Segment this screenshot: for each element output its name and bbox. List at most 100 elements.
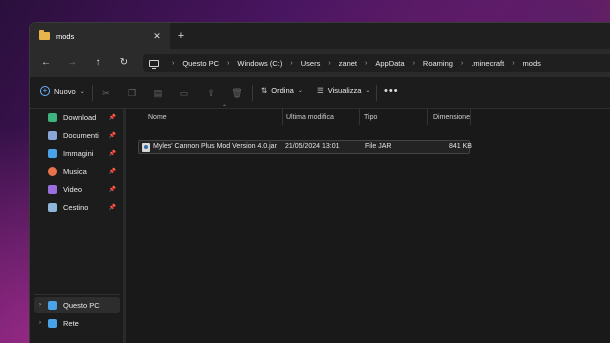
sidebar-item-label: Questo PC xyxy=(63,300,100,310)
chevron-right-icon[interactable]: › xyxy=(290,60,292,67)
view-button[interactable]: ☰ Visualizza ⌄ xyxy=(317,86,370,95)
pin-icon: 📌 xyxy=(108,114,116,121)
video-icon xyxy=(48,184,57,194)
chevron-right-icon[interactable]: › xyxy=(365,60,367,67)
sidebar-item-musica[interactable]: Musica 📌 xyxy=(30,163,120,179)
file-name: Myles' Cannon Plus Mod Version 4.0.jar xyxy=(153,143,277,150)
tab-title: mods xyxy=(56,31,75,41)
sidebar-item-label: Musica xyxy=(63,166,87,176)
sidebar-item-download[interactable]: Download 📌 xyxy=(30,109,120,125)
sidebar-item-questo-pc[interactable]: › Questo PC xyxy=(34,297,120,313)
breadcrumb[interactable]: › Questo PC › Windows (C:) › Users › zan… xyxy=(143,54,610,72)
chevron-right-icon[interactable]: › xyxy=(227,60,229,67)
refresh-icon[interactable]: ↻ xyxy=(117,56,131,70)
file-type: File JAR xyxy=(365,143,392,150)
sidebar-item-label: Documenti xyxy=(63,130,99,140)
content-area: Download 📌 Documenti 📌 Immagini 📌 Musica… xyxy=(30,105,610,343)
chevron-right-icon[interactable]: › xyxy=(413,60,415,67)
delete-icon[interactable]: 🗑 xyxy=(231,87,243,99)
sidebar-item-label: Immagini xyxy=(63,148,94,158)
paste-icon[interactable]: ▤ xyxy=(152,87,164,99)
breadcrumb-item-current[interactable]: mods xyxy=(523,59,541,68)
toolbar-divider xyxy=(376,85,377,101)
download-icon xyxy=(48,112,57,122)
up-arrow-icon[interactable]: ↑ xyxy=(91,56,105,70)
file-list-pane: Nome ⌃ Ultima modifica Tipo Dimensione M… xyxy=(130,105,610,343)
column-header-label: Ultima modifica xyxy=(286,113,334,121)
forward-arrow-icon[interactable]: → xyxy=(65,56,79,70)
back-arrow-icon[interactable]: ← xyxy=(39,56,53,70)
tab-mods[interactable]: mods ✕ xyxy=(30,23,170,49)
sort-ascending-icon: ⌃ xyxy=(222,105,228,111)
sort-button[interactable]: ⇅ Ordina ⌄ xyxy=(261,86,303,95)
music-icon xyxy=(48,166,57,176)
file-row[interactable]: Myles' Cannon Plus Mod Version 4.0.jar 2… xyxy=(138,140,472,154)
share-icon[interactable]: ⇪ xyxy=(205,87,217,99)
sidebar-item-label: Rete xyxy=(63,318,79,328)
monitor-icon xyxy=(149,59,159,69)
view-button-label: Visualizza xyxy=(327,86,362,95)
pin-icon: 📌 xyxy=(108,186,116,193)
rename-icon[interactable]: ▭ xyxy=(178,87,190,99)
breadcrumb-item[interactable]: Windows (C:) xyxy=(237,59,282,68)
sidebar-item-label: Video xyxy=(63,184,83,194)
column-header-name[interactable]: Nome ⌃ xyxy=(142,105,283,125)
breadcrumb-item[interactable]: .minecraft xyxy=(471,59,504,68)
column-header-size[interactable]: Dimensione xyxy=(427,109,471,125)
chevron-right-icon[interactable]: › xyxy=(512,60,514,67)
file-explorer-window: mods ✕ + ← → ↑ ↻ › Questo PC › Windows (… xyxy=(29,22,610,343)
sidebar-item-rete[interactable]: › Rete xyxy=(30,315,120,331)
command-bar: + Nuovo ⌄ ✂ ❐ ▤ ▭ ⇪ 🗑 ⇅ Ordina ⌄ ☰ Visua… xyxy=(30,77,610,109)
breadcrumb-item[interactable]: Users xyxy=(301,59,321,68)
column-header-modified[interactable]: Ultima modifica xyxy=(280,109,360,125)
close-tab-icon[interactable]: ✕ xyxy=(151,30,163,42)
chevron-right-icon[interactable]: › xyxy=(328,60,330,67)
cut-icon[interactable]: ✂ xyxy=(100,87,112,99)
pin-icon: 📌 xyxy=(108,150,116,157)
chevron-right-icon[interactable]: › xyxy=(39,320,41,326)
column-header-label: Nome xyxy=(148,113,167,121)
pin-icon: 📌 xyxy=(108,168,116,175)
chevron-down-icon: ⌄ xyxy=(365,88,371,94)
sort-icon: ⇅ xyxy=(261,86,268,95)
sidebar-item-video[interactable]: Video 📌 xyxy=(30,181,120,197)
new-button[interactable]: + Nuovo ⌄ xyxy=(40,86,85,96)
jar-file-icon xyxy=(142,143,150,152)
breadcrumb-item[interactable]: zanet xyxy=(339,59,357,68)
toolbar-divider xyxy=(92,85,93,101)
file-modified: 21/05/2024 13:01 xyxy=(285,143,340,150)
address-bar-row: ← → ↑ ↻ › Questo PC › Windows (C:) › Use… xyxy=(30,49,610,77)
pin-icon: 📌 xyxy=(108,204,116,211)
chevron-down-icon: ⌄ xyxy=(79,88,85,95)
sidebar-scrollbar[interactable] xyxy=(123,109,126,343)
toolbar-divider xyxy=(252,85,253,101)
sidebar-item-cestino[interactable]: Cestino 📌 xyxy=(30,199,120,215)
more-options-icon[interactable]: ••• xyxy=(384,85,399,97)
view-icon: ☰ xyxy=(317,86,324,95)
sidebar-item-label: Cestino xyxy=(63,202,89,212)
column-header-label: Tipo xyxy=(364,113,378,121)
navigation-pane: Download 📌 Documenti 📌 Immagini 📌 Musica… xyxy=(30,109,123,343)
pin-icon: 📌 xyxy=(108,132,116,139)
file-size: 841 KB xyxy=(449,143,472,150)
column-header-label: Dimensione xyxy=(433,113,470,121)
title-bar: mods ✕ + xyxy=(30,23,610,49)
column-header-type[interactable]: Tipo xyxy=(358,109,428,125)
new-button-label: Nuovo xyxy=(54,86,76,96)
new-tab-button[interactable]: + xyxy=(174,29,188,43)
plus-icon: + xyxy=(40,86,50,96)
this-pc-icon xyxy=(48,300,57,310)
chevron-right-icon[interactable]: › xyxy=(172,60,174,67)
network-icon xyxy=(48,318,57,328)
sidebar-item-documenti[interactable]: Documenti 📌 xyxy=(30,127,120,143)
breadcrumb-item[interactable]: Questo PC xyxy=(182,59,219,68)
breadcrumb-item[interactable]: Roaming xyxy=(423,59,453,68)
chevron-right-icon[interactable]: › xyxy=(39,302,41,308)
copy-icon[interactable]: ❐ xyxy=(126,87,138,99)
pictures-icon xyxy=(48,148,57,158)
documents-icon xyxy=(48,130,57,140)
chevron-right-icon[interactable]: › xyxy=(461,60,463,67)
breadcrumb-item[interactable]: AppData xyxy=(375,59,404,68)
sort-button-label: Ordina xyxy=(271,86,294,95)
sidebar-item-immagini[interactable]: Immagini 📌 xyxy=(30,145,120,161)
